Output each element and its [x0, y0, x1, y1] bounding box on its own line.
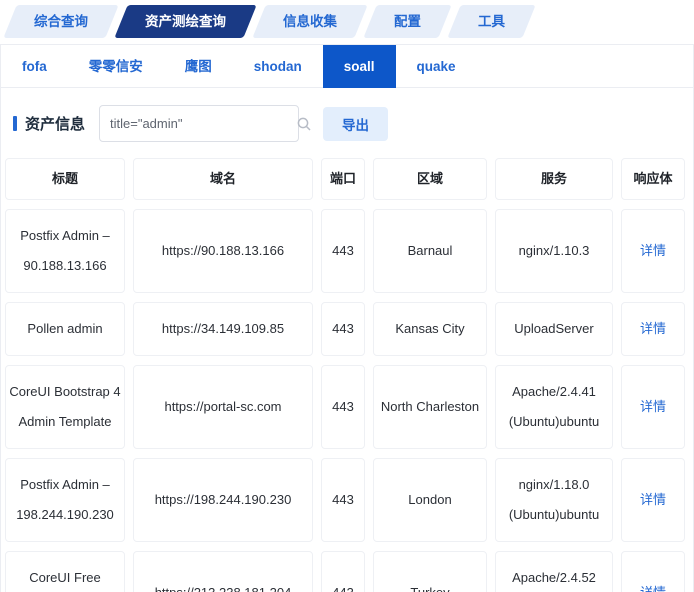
cell-port: 443: [321, 551, 365, 592]
engine-tab-quake[interactable]: quake: [396, 45, 477, 88]
section-title-text: 资产信息: [25, 113, 85, 134]
header-port: 端口: [321, 158, 365, 200]
cell-domain: https://portal-sc.com: [133, 365, 313, 449]
cell-port: 443: [321, 209, 365, 293]
header-title: 标题: [5, 158, 125, 200]
cell-service: nginx/1.10.3: [495, 209, 613, 293]
nav-tab-config[interactable]: 配置: [363, 5, 451, 38]
cell-title: Postfix Admin – 198.244.190.230: [5, 458, 125, 542]
cell-domain: https://213.238.181.204: [133, 551, 313, 592]
cell-port: 443: [321, 302, 365, 356]
nav-tab-comprehensive-query[interactable]: 综合查询: [3, 5, 118, 38]
engine-tab-lingling[interactable]: 零零信安: [68, 45, 164, 88]
export-button[interactable]: 导出: [323, 107, 388, 141]
cell-service: Apache/2.4.41 (Ubuntu)ubuntu: [495, 365, 613, 449]
cell-domain: https://90.188.13.166: [133, 209, 313, 293]
search-input[interactable]: [100, 116, 296, 131]
engine-tab-yingtu[interactable]: 鹰图: [164, 45, 233, 88]
detail-link[interactable]: 详情: [621, 551, 685, 592]
table-header-row: 标题 域名 端口 区域 服务 响应体: [5, 158, 689, 200]
cell-title: CoreUI Bootstrap 4 Admin Template: [5, 365, 125, 449]
cell-domain: https://34.149.109.85: [133, 302, 313, 356]
cell-region: Barnaul: [373, 209, 487, 293]
nav-tab-asset-mapping-query[interactable]: 资产测绘查询: [114, 5, 256, 38]
cell-region: London: [373, 458, 487, 542]
table-body: Postfix Admin – 90.188.13.166 https://90…: [5, 209, 689, 592]
cell-domain: https://198.244.190.230: [133, 458, 313, 542]
main-nav: 综合查询 资产测绘查询 信息收集 配置 工具: [0, 0, 694, 38]
accent-bar: [13, 116, 17, 131]
table-row: Postfix Admin – 198.244.190.230 https://…: [5, 458, 689, 542]
table-row: Postfix Admin – 90.188.13.166 https://90…: [5, 209, 689, 293]
detail-link[interactable]: 详情: [621, 302, 685, 356]
cell-service: Apache/2.4.52 (Win64): [495, 551, 613, 592]
engine-tab-fofa[interactable]: fofa: [1, 45, 68, 88]
section-title: 资产信息: [13, 113, 85, 134]
nav-tab-info-collection[interactable]: 信息收集: [252, 5, 367, 38]
cell-region: Turkey: [373, 551, 487, 592]
engine-tab-bar: fofa 零零信安 鹰图 shodan soall quake: [1, 45, 693, 88]
cell-title: CoreUI Free React.js Admin: [5, 551, 125, 592]
cell-region: North Charleston: [373, 365, 487, 449]
cell-title: Pollen admin: [5, 302, 125, 356]
header-service: 服务: [495, 158, 613, 200]
cell-port: 443: [321, 458, 365, 542]
engine-tab-shodan[interactable]: shodan: [233, 45, 323, 88]
header-region: 区域: [373, 158, 487, 200]
search-icon: [296, 116, 312, 132]
asset-info-toolbar: 资产信息 导出: [1, 88, 693, 156]
cell-region: Kansas City: [373, 302, 487, 356]
query-search-box: [99, 105, 299, 142]
table-row: Pollen admin https://34.149.109.85 443 K…: [5, 302, 689, 356]
detail-link[interactable]: 详情: [621, 365, 685, 449]
cell-service: nginx/1.18.0 (Ubuntu)ubuntu: [495, 458, 613, 542]
detail-link[interactable]: 详情: [621, 458, 685, 542]
table-row: CoreUI Free React.js Admin https://213.2…: [5, 551, 689, 592]
results-table: 标题 域名 端口 区域 服务 响应体 Postfix Admin – 90.18…: [1, 156, 693, 592]
nav-tab-tools[interactable]: 工具: [447, 5, 535, 38]
detail-link[interactable]: 详情: [621, 209, 685, 293]
table-row: CoreUI Bootstrap 4 Admin Template https:…: [5, 365, 689, 449]
content-panel: fofa 零零信安 鹰图 shodan soall quake 资产信息 导出 …: [0, 44, 694, 592]
cell-service: UploadServer: [495, 302, 613, 356]
cell-port: 443: [321, 365, 365, 449]
cell-title: Postfix Admin – 90.188.13.166: [5, 209, 125, 293]
header-response: 响应体: [621, 158, 685, 200]
engine-tab-soall[interactable]: soall: [323, 45, 396, 88]
header-domain: 域名: [133, 158, 313, 200]
